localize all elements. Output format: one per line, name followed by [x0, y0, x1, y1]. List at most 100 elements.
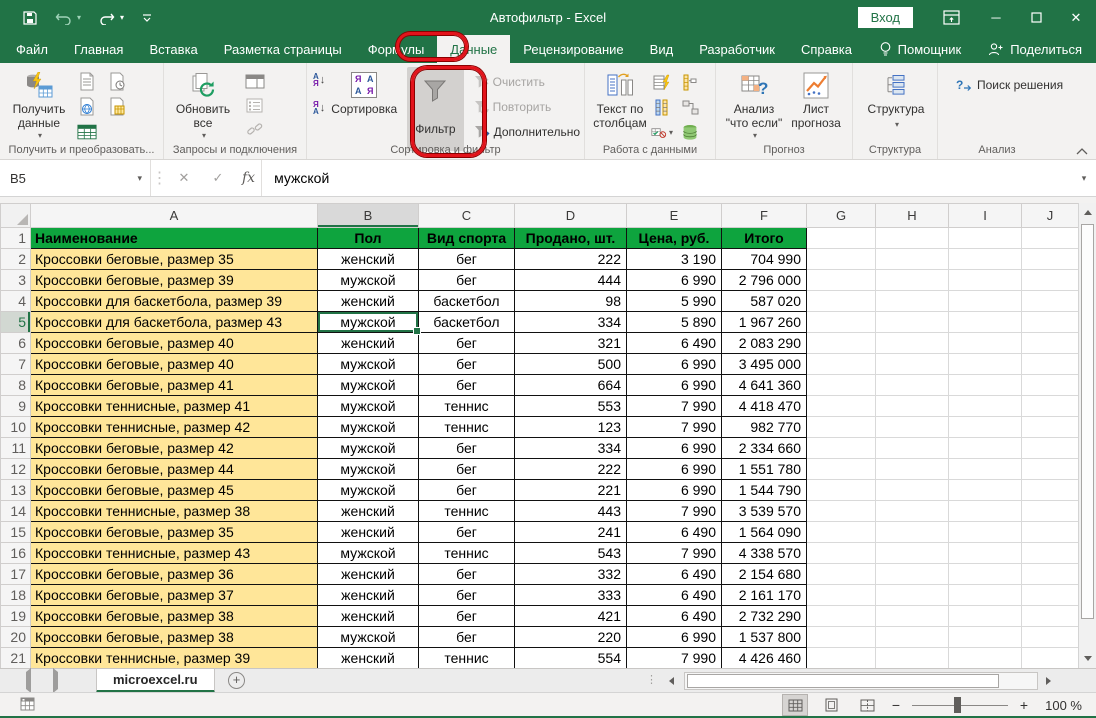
cancel-icon[interactable]: ✕ — [174, 170, 194, 186]
cell-total[interactable]: 2 083 290 — [722, 333, 807, 354]
cell-sport[interactable]: теннис — [419, 543, 515, 564]
empty-cell[interactable] — [876, 354, 949, 375]
row-header[interactable]: 10 — [1, 417, 31, 438]
cell-sport[interactable]: бег — [419, 333, 515, 354]
empty-cell[interactable] — [1022, 375, 1079, 396]
empty-cell[interactable] — [876, 396, 949, 417]
recent-sources-button[interactable] — [106, 72, 128, 92]
cell-name[interactable]: Кроссовки беговые, размер 40 — [31, 354, 318, 375]
empty-cell[interactable] — [1022, 438, 1079, 459]
empty-cell[interactable] — [1022, 543, 1079, 564]
share-button[interactable]: Поделиться — [974, 42, 1096, 57]
column-header[interactable]: E — [627, 204, 722, 228]
empty-cell[interactable] — [876, 627, 949, 648]
empty-cell[interactable] — [807, 522, 876, 543]
cell-sold[interactable]: 220 — [515, 627, 627, 648]
cell-name[interactable]: Кроссовки теннисные, размер 39 — [31, 648, 318, 669]
remove-duplicates-button[interactable] — [651, 97, 673, 117]
empty-cell[interactable] — [949, 312, 1022, 333]
cell-price[interactable]: 6 990 — [627, 375, 722, 396]
cell-gender[interactable]: мужской — [318, 459, 419, 480]
empty-cell[interactable] — [807, 438, 876, 459]
empty-cell[interactable] — [949, 648, 1022, 669]
cell-sport[interactable]: бег — [419, 375, 515, 396]
cell-sport[interactable]: бег — [419, 606, 515, 627]
new-sheet-button[interactable]: + — [228, 672, 245, 689]
empty-cell[interactable] — [949, 249, 1022, 270]
flash-fill-button[interactable] — [651, 72, 673, 92]
cell-total[interactable]: 587 020 — [722, 291, 807, 312]
from-web-button[interactable] — [76, 97, 98, 117]
row-header[interactable]: 14 — [1, 501, 31, 522]
cell-sold[interactable]: 222 — [515, 459, 627, 480]
cell-gender[interactable]: женский — [318, 564, 419, 585]
ribbon-tab[interactable]: Формулы — [355, 35, 438, 63]
empty-cell[interactable] — [1022, 270, 1079, 291]
empty-cell[interactable] — [949, 501, 1022, 522]
empty-cell[interactable] — [1022, 459, 1079, 480]
empty-cell[interactable] — [949, 354, 1022, 375]
header-cell-total[interactable]: Итого — [722, 228, 807, 249]
ribbon-tab[interactable]: Вставка — [136, 35, 210, 63]
cell-price[interactable]: 6 490 — [627, 564, 722, 585]
horizontal-scrollbar-thumb[interactable] — [687, 674, 999, 688]
cell-total[interactable]: 4 641 360 — [722, 375, 807, 396]
cell-total[interactable]: 1 551 780 — [722, 459, 807, 480]
redo-button[interactable]: ▾ — [98, 11, 124, 25]
cell-sold[interactable]: 334 — [515, 438, 627, 459]
row-header[interactable]: 17 — [1, 564, 31, 585]
cell-sold[interactable]: 241 — [515, 522, 627, 543]
cell-gender[interactable]: женский — [318, 501, 419, 522]
macro-record-button[interactable] — [20, 697, 37, 712]
empty-cell[interactable] — [807, 291, 876, 312]
filter-button[interactable]: Фильтр — [407, 67, 463, 151]
refresh-all-button[interactable]: Обновить все ▾ — [170, 67, 236, 140]
row-header[interactable]: 6 — [1, 333, 31, 354]
ribbon-tab[interactable]: Данные — [437, 35, 510, 63]
cell-price[interactable]: 5 990 — [627, 291, 722, 312]
row-header[interactable]: 13 — [1, 480, 31, 501]
cell-gender[interactable]: мужской — [318, 543, 419, 564]
sort-descending-button[interactable]: ЯА↓ — [313, 101, 325, 115]
row-header[interactable]: 12 — [1, 459, 31, 480]
cell-price[interactable]: 6 490 — [627, 585, 722, 606]
cell-sport[interactable]: бег — [419, 585, 515, 606]
cell-price[interactable]: 7 990 — [627, 501, 722, 522]
cell-sport[interactable]: баскетбол — [419, 291, 515, 312]
empty-cell[interactable] — [949, 291, 1022, 312]
cell-gender[interactable]: мужской — [318, 396, 419, 417]
column-header[interactable]: D — [515, 204, 627, 228]
cell-name[interactable]: Кроссовки беговые, размер 44 — [31, 459, 318, 480]
cell-sold[interactable]: 123 — [515, 417, 627, 438]
empty-cell[interactable] — [1022, 228, 1079, 249]
select-all-button[interactable] — [1, 204, 31, 228]
cell-sport[interactable]: бег — [419, 480, 515, 501]
cell-name[interactable]: Кроссовки для баскетбола, размер 39 — [31, 291, 318, 312]
cell-total[interactable]: 3 495 000 — [722, 354, 807, 375]
customize-qat-button[interactable] — [141, 12, 153, 24]
ribbon-display-options-button[interactable] — [943, 10, 960, 25]
cell-sold[interactable]: 222 — [515, 249, 627, 270]
scroll-left-button[interactable] — [662, 672, 680, 690]
zoom-in-button[interactable]: + — [1018, 697, 1030, 713]
cell-sport[interactable]: бег — [419, 564, 515, 585]
row-header[interactable]: 3 — [1, 270, 31, 291]
cell-name[interactable]: Кроссовки теннисные, размер 42 — [31, 417, 318, 438]
empty-cell[interactable] — [807, 228, 876, 249]
cell-name[interactable]: Кроссовки теннисные, размер 38 — [31, 501, 318, 522]
ribbon-tab[interactable]: Разметка страницы — [211, 35, 355, 63]
scroll-down-button[interactable] — [1079, 650, 1096, 668]
ribbon-tab[interactable]: Справка — [788, 35, 865, 63]
header-cell-gender[interactable]: Пол — [318, 228, 419, 249]
cell-price[interactable]: 6 990 — [627, 270, 722, 291]
formula-bar-splitter[interactable]: ⋮ — [150, 160, 168, 196]
empty-cell[interactable] — [1022, 564, 1079, 585]
empty-cell[interactable] — [807, 648, 876, 669]
empty-cell[interactable] — [1022, 333, 1079, 354]
empty-cell[interactable] — [807, 627, 876, 648]
cell-name[interactable]: Кроссовки для баскетбола, размер 43 — [31, 312, 318, 333]
row-header[interactable]: 18 — [1, 585, 31, 606]
empty-cell[interactable] — [949, 585, 1022, 606]
cell-gender[interactable]: мужской — [318, 627, 419, 648]
minimize-button[interactable]: ─ — [976, 0, 1016, 35]
